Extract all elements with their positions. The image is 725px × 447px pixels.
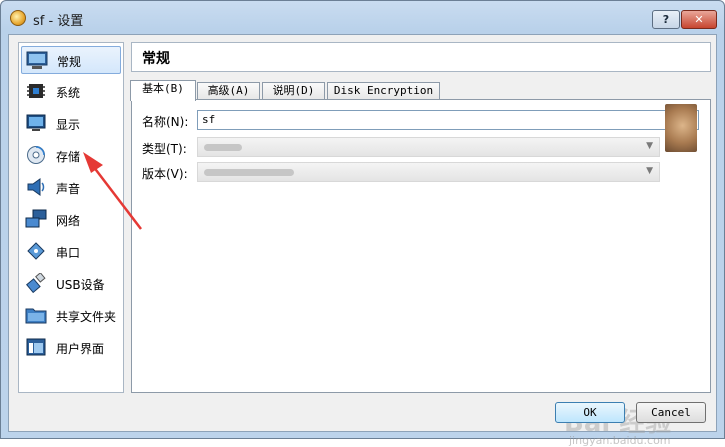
shared-folder-icon [25,308,47,324]
sidebar-item-serial[interactable]: 串口 [21,238,121,266]
tab-basic[interactable]: 基本(B) [130,80,196,101]
sidebar-item-label: 网络 [56,214,81,228]
blurred-type-value [204,144,242,151]
tab-page-basic: 名称(N): sf 类型(T): ▼ 版本(V): ▼ [131,99,711,393]
sidebar-item-system[interactable]: 系统 [21,78,121,106]
display-monitor-icon [26,114,46,131]
close-button[interactable]: ✕ [681,10,717,29]
cancel-button[interactable]: Cancel [636,402,706,423]
sidebar-item-label: 常规 [57,55,82,69]
watermark-url: jingyan.baidu.com [569,434,671,447]
serial-port-icon [27,242,45,260]
system-chip-icon [27,84,45,98]
tab-advanced[interactable]: 高级(A) [197,82,260,100]
network-icon [25,209,47,228]
sidebar-item-label: 共享文件夹 [56,310,117,324]
settings-category-list: 常规 系统 显示 存储 声音 网络 串口 USB设备 共享文件夹 用户界面 [18,42,124,393]
sidebar-item-label: 系统 [56,86,81,100]
chevron-down-icon: ▼ [646,141,653,151]
sidebar-item-label: USB设备 [56,278,105,292]
sidebar-item-storage[interactable]: 存储 [21,142,121,170]
version-select[interactable]: ▼ [197,162,660,182]
settings-window: sf - 设置 ? ✕ 常规 系统 显示 存储 声音 网络 串口 USB设备 共… [0,0,725,447]
sidebar-item-label: 用户界面 [56,342,105,356]
type-label: 类型(T): [142,142,187,156]
sidebar-item-label: 存储 [56,150,81,164]
blurred-version-value [204,169,294,176]
user-interface-icon [26,338,46,356]
help-button[interactable]: ? [652,10,680,29]
storage-disk-icon [27,146,45,164]
page-header: 常规 [131,42,711,72]
sidebar-item-label: 声音 [56,182,81,196]
title-bar[interactable]: sf - 设置 ? ✕ [1,1,724,35]
ok-button[interactable]: OK [555,402,625,423]
window-title: sf - 设置 [33,14,84,29]
general-icon [26,51,48,69]
speaker-icon [27,178,45,196]
usb-icon [26,273,46,293]
sidebar-item-usb[interactable]: USB设备 [21,270,121,298]
sidebar-item-audio[interactable]: 声音 [21,174,121,202]
tab-description[interactable]: 说明(D) [262,82,325,100]
tab-disk-encryption[interactable]: Disk Encryption [327,82,440,100]
name-field[interactable]: sf [197,110,699,130]
sidebar-item-label: 显示 [56,118,81,132]
dialog-body: 常规 系统 显示 存储 声音 网络 串口 USB设备 共享文件夹 用户界面 常规… [8,34,717,447]
version-label: 版本(V): [142,167,188,181]
sidebar-item-general[interactable]: 常规 [21,46,121,74]
sidebar-item-label: 串口 [56,246,81,260]
chevron-down-icon: ▼ [646,166,653,176]
name-label: 名称(N): [142,115,189,129]
os-type-icon [665,104,697,152]
sidebar-item-shared-folders[interactable]: 共享文件夹 [21,302,121,330]
sidebar-item-network[interactable]: 网络 [21,206,121,234]
type-select[interactable]: ▼ [197,137,660,157]
sidebar-item-display[interactable]: 显示 [21,110,121,138]
app-icon [10,10,26,26]
page-title: 常规 [142,51,170,67]
sidebar-item-user-interface[interactable]: 用户界面 [21,334,121,362]
